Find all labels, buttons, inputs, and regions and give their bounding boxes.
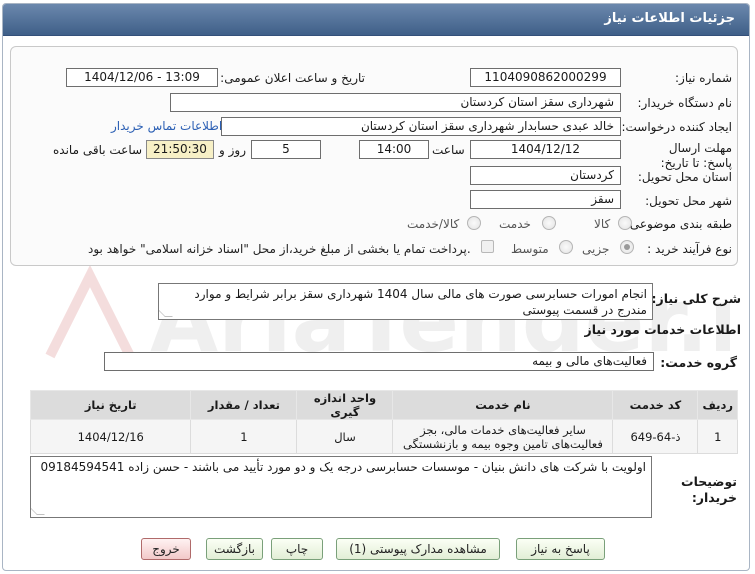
col-code: کد خدمت bbox=[612, 390, 699, 420]
treasury-payment-label: پرداخت تمام یا بخشی از مبلغ خرید،از محل … bbox=[88, 242, 471, 256]
view-attachments-button[interactable]: مشاهده مدارک پیوستی (1) bbox=[336, 538, 500, 560]
process-minor-radio[interactable] bbox=[620, 240, 634, 254]
summary-label: شرح کلی نیاز: bbox=[651, 291, 741, 306]
category-service-label: خدمت bbox=[499, 217, 531, 231]
resize-grip[interactable] bbox=[159, 309, 173, 317]
buyer-notes-label: توضیحات خریدار: bbox=[681, 474, 737, 505]
buyer-contact-link[interactable]: اطلاعات تماس خریدار bbox=[111, 119, 222, 133]
col-index: ردیف bbox=[697, 390, 738, 420]
city-label: شهر محل تحویل: bbox=[645, 194, 732, 208]
row-index: 1 bbox=[697, 419, 738, 454]
deadline-label: مهلت ارسال پاسخ: تا تاریخ: bbox=[660, 141, 732, 170]
col-date: تاریخ نیاز bbox=[29, 390, 192, 420]
col-unit: واحد اندازه گیری bbox=[296, 390, 394, 420]
remaining-time-field: 21:50:30 bbox=[146, 140, 214, 159]
buyer-notes-textarea: اولویت با شرکت های دانش بنیان - موسسات ح… bbox=[30, 456, 652, 518]
row-qty: 1 bbox=[190, 419, 298, 454]
category-service-radio[interactable] bbox=[542, 216, 556, 230]
page-title: جزئیات اطلاعات نیاز bbox=[604, 11, 735, 26]
resize-grip[interactable] bbox=[31, 507, 45, 515]
deadline-time-label: ساعت bbox=[432, 143, 465, 157]
row-name: سایر فعالیت‌های خدمات مالی، بجز فعالیت‌ه… bbox=[392, 419, 614, 454]
row-unit: سال bbox=[296, 419, 394, 454]
title-bar: جزئیات اطلاعات نیاز bbox=[3, 4, 749, 36]
category-goods-label: کالا bbox=[594, 217, 611, 231]
process-type-label: نوع فرآیند خرید : bbox=[647, 242, 732, 256]
treasury-payment-checkbox[interactable] bbox=[481, 240, 494, 253]
services-table: ردیف کد خدمت نام خدمت واحد اندازه گیری ت… bbox=[29, 390, 738, 454]
buyer-notes-text: اولویت با شرکت های دانش بنیان - موسسات ح… bbox=[40, 460, 646, 474]
days-label: روز و bbox=[219, 143, 246, 157]
remaining-time-label: ساعت باقی مانده bbox=[53, 143, 143, 157]
creator-label: ایجاد کننده درخواست: bbox=[621, 120, 732, 134]
announce-date-field: 1404/12/06 - 13:09 bbox=[66, 68, 218, 87]
days-remaining-field: 5 bbox=[251, 140, 321, 159]
buyer-org-label: نام دستگاه خریدار: bbox=[637, 96, 733, 110]
summary-text: انجام امورات حسابرسی صورت های مالی سال 1… bbox=[194, 287, 647, 317]
category-both-label: کالا/خدمت bbox=[407, 217, 460, 231]
row-code: ذ-64-649 bbox=[612, 419, 699, 454]
need-number-label: شماره نیاز: bbox=[675, 71, 732, 85]
process-medium-label: متوسط bbox=[511, 242, 549, 256]
buyer-org-field: شهرداری سقز استان کردستان bbox=[170, 93, 621, 112]
service-group-label: گروه خدمت: bbox=[660, 355, 737, 370]
row-date: 1404/12/16 bbox=[29, 419, 192, 454]
process-medium-radio[interactable] bbox=[559, 240, 573, 254]
announce-label: تاریخ و ساعت اعلان عمومی: bbox=[220, 71, 365, 85]
col-qty: تعداد / مقدار bbox=[190, 390, 298, 420]
province-field: کردستان bbox=[470, 166, 621, 185]
deadline-date-field: 1404/12/12 bbox=[470, 140, 621, 159]
service-group-field: فعالیت‌های مالی و بیمه bbox=[104, 352, 654, 371]
reply-button[interactable]: پاسخ به نیاز bbox=[516, 538, 605, 560]
summary-textarea: انجام امورات حسابرسی صورت های مالی سال 1… bbox=[158, 283, 653, 320]
deadline-time-field: 14:00 bbox=[359, 140, 429, 159]
province-label: استان محل تحویل: bbox=[637, 170, 732, 184]
city-field: سقز bbox=[470, 190, 621, 209]
category-both-radio[interactable] bbox=[467, 216, 481, 230]
creator-field: خالد عبدی حسابدار شهرداری سقز استان کردس… bbox=[221, 117, 621, 136]
process-minor-label: جزیی bbox=[582, 242, 610, 256]
col-name: نام خدمت bbox=[392, 390, 614, 420]
need-number-field: 1104090862000299 bbox=[470, 68, 621, 87]
exit-button[interactable]: خروج bbox=[141, 538, 191, 560]
services-section-title: اطلاعات خدمات مورد نیاز bbox=[584, 322, 742, 337]
table-header-row: ردیف کد خدمت نام خدمت واحد اندازه گیری ت… bbox=[29, 390, 738, 420]
print-button[interactable]: چاپ bbox=[271, 538, 323, 560]
category-goods-radio[interactable] bbox=[618, 216, 632, 230]
back-button[interactable]: بازگشت bbox=[206, 538, 263, 560]
category-label: طبقه بندی موضوعی: bbox=[625, 217, 732, 231]
table-row: 1 ذ-64-649 سایر فعالیت‌های خدمات مالی، ب… bbox=[29, 419, 738, 454]
